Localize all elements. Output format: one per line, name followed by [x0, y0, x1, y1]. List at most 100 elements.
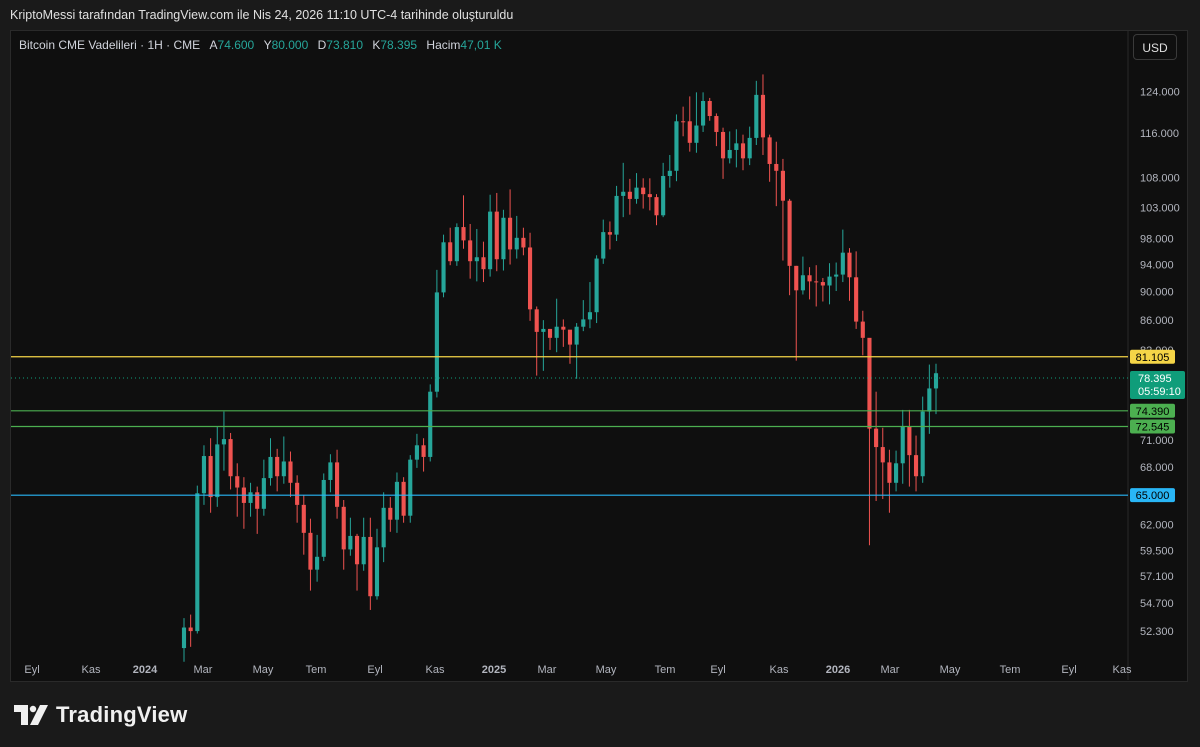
candle-body	[488, 211, 493, 270]
candle-body	[561, 326, 566, 330]
candle-body	[574, 326, 579, 345]
candle-body	[328, 462, 333, 480]
y-tick-label: 90.000	[1140, 287, 1174, 299]
candle-body	[874, 428, 879, 448]
candle-body	[927, 388, 932, 412]
candle-body	[854, 277, 859, 322]
candle-body	[827, 276, 832, 286]
candle-body	[434, 292, 439, 392]
candle-body	[567, 329, 573, 345]
candle-body	[794, 265, 799, 291]
candle-body	[308, 532, 313, 570]
candle-body	[228, 439, 233, 477]
candle-body	[734, 143, 739, 150]
x-tick-label: Kas	[82, 664, 101, 676]
candle-body	[907, 426, 912, 456]
tradingview-logo-icon	[14, 705, 48, 725]
candle-body	[641, 187, 646, 195]
candle-body	[541, 328, 546, 332]
y-tick-label: 116.000	[1140, 128, 1179, 140]
candle-body	[521, 237, 526, 248]
candle-body	[727, 149, 732, 159]
candle-body	[880, 447, 885, 463]
candle-body	[354, 535, 360, 565]
x-tick-label: Kas	[1113, 664, 1132, 676]
volume-label: Hacim	[426, 38, 461, 52]
candle-body	[720, 131, 726, 159]
candle-body	[394, 481, 400, 520]
candle-body	[508, 217, 513, 250]
y-tick-label: 59.500	[1140, 545, 1174, 557]
price-badge-label: 81.105	[1136, 352, 1170, 364]
low-value: 73.810	[326, 38, 363, 52]
candle-body	[514, 237, 519, 250]
x-tick-label: Kas	[426, 664, 445, 676]
candle-body	[594, 258, 599, 313]
candle-body	[201, 456, 207, 494]
candle-body	[295, 482, 300, 505]
symbol-name[interactable]: Bitcoin CME Vadelileri · 1H · CME	[19, 38, 200, 52]
candle-body	[321, 479, 326, 557]
candle-body	[301, 504, 306, 533]
high-label: Y	[263, 38, 272, 52]
candle-body	[667, 170, 672, 176]
price-badge-label: 74.390	[1136, 406, 1170, 418]
x-tick-label: Tem	[306, 664, 327, 676]
y-tick-label: 57.100	[1140, 571, 1174, 583]
y-tick-label: 86.000	[1140, 315, 1174, 327]
candle-body	[807, 275, 812, 282]
y-tick-label: 52.300	[1140, 626, 1174, 638]
price-badge-label: 72.545	[1136, 422, 1170, 434]
candle-body	[341, 506, 346, 550]
candle-body	[374, 547, 380, 597]
x-tick-label: Tem	[655, 664, 676, 676]
candle-body	[554, 326, 559, 338]
candle-body	[534, 309, 539, 332]
candle-body	[275, 456, 280, 477]
candle-body	[694, 125, 699, 143]
x-tick-label: 2025	[482, 664, 506, 676]
candle-body	[894, 463, 899, 483]
candle-body	[754, 94, 759, 138]
candle-body	[454, 227, 459, 262]
candle-body	[388, 507, 393, 520]
x-tick-label: Mar	[194, 664, 213, 676]
candle-body	[747, 137, 752, 159]
candle-body	[501, 217, 506, 260]
price-badge-label: 65.000	[1136, 490, 1170, 502]
candle-body	[401, 481, 406, 516]
candle-body	[181, 627, 187, 649]
candle-body	[687, 121, 692, 143]
currency-button[interactable]: USD	[1133, 34, 1177, 60]
candlestick-chart[interactable]: 52.300 54.700 57.100 59.500 62.000 68.000 71.0…	[0, 0, 1200, 747]
candle-body	[760, 94, 766, 138]
candle-body	[481, 257, 486, 270]
close-value: 78.395	[380, 38, 418, 52]
tradingview-logo[interactable]: TradingView	[14, 702, 187, 728]
low-label: D	[317, 38, 327, 52]
x-tick-label: 2026	[826, 664, 850, 676]
candle-body	[334, 462, 340, 507]
candle-body	[261, 478, 266, 509]
candle-body	[774, 163, 779, 171]
candle-body	[867, 337, 872, 429]
x-tick-label: May	[596, 664, 617, 676]
candle-body	[647, 194, 652, 198]
x-tick-label: Tem	[1000, 664, 1021, 676]
open-label: A	[209, 38, 218, 52]
open-value: 74.600	[217, 38, 255, 52]
candle-body	[714, 116, 719, 132]
tradingview-wordmark: TradingView	[56, 702, 188, 727]
candle-body	[468, 240, 473, 262]
candle-body	[547, 328, 553, 338]
candle-body	[787, 200, 792, 266]
x-tick-label: Mar	[538, 664, 557, 676]
y-tick-label: 94.000	[1140, 260, 1174, 272]
candle-body	[281, 461, 286, 477]
candle-body	[248, 492, 253, 503]
y-tick-label: 108.000	[1140, 173, 1180, 185]
candle-body	[654, 197, 659, 216]
candle-body	[820, 282, 825, 286]
candle-body	[461, 227, 466, 241]
candle-body	[381, 507, 386, 548]
